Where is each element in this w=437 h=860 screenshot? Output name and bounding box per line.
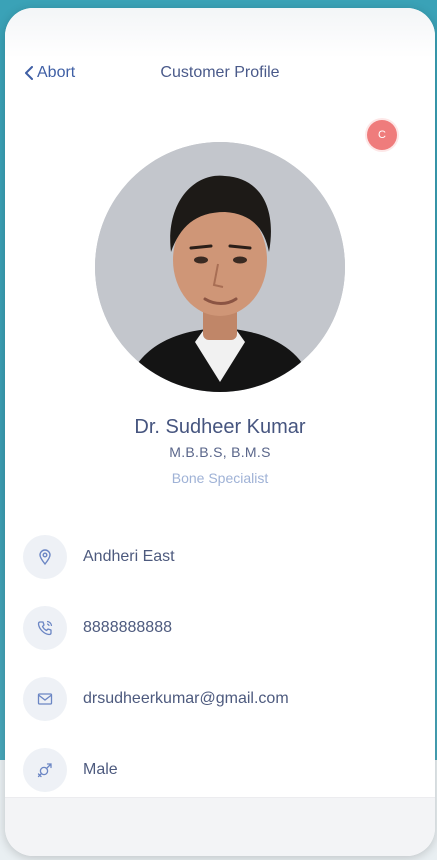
gender-text: Male: [83, 761, 118, 778]
avatar-image: [95, 142, 345, 392]
badge-letter: C: [378, 129, 386, 141]
mail-icon: [37, 693, 53, 705]
gender-icon-wrap: [23, 748, 67, 792]
header: Abort Customer Profile: [5, 60, 435, 100]
location-pin-icon: [39, 549, 51, 566]
phone-icon-wrap: [23, 606, 67, 650]
status-badge[interactable]: C: [367, 120, 397, 150]
profile-degree: M.B.B.S, B.M.S: [169, 444, 271, 460]
profile-card: Abort Customer Profile C Dr. Sudheer Kum…: [5, 8, 435, 856]
phone-icon: [37, 620, 53, 636]
page-title: Customer Profile: [160, 64, 280, 81]
avatar: [95, 142, 345, 392]
profile-name: Dr. Sudheer Kumar: [134, 416, 306, 438]
info-row-gender[interactable]: Male: [23, 747, 118, 793]
info-row-email[interactable]: drsudheerkumar@gmail.com: [23, 676, 289, 722]
email-text: drsudheerkumar@gmail.com: [83, 690, 289, 707]
profile-specialty: Bone Specialist: [171, 470, 269, 486]
gender-icon: [37, 763, 52, 778]
info-row-location[interactable]: Andheri East: [23, 534, 175, 580]
status-bar-area: [5, 8, 435, 58]
bottom-bar: [5, 797, 435, 856]
phone-text: 8888888888: [83, 619, 172, 636]
location-icon-wrap: [23, 535, 67, 579]
mail-icon-wrap: [23, 677, 67, 721]
info-row-phone[interactable]: 8888888888: [23, 605, 172, 651]
location-text: Andheri East: [83, 548, 175, 565]
